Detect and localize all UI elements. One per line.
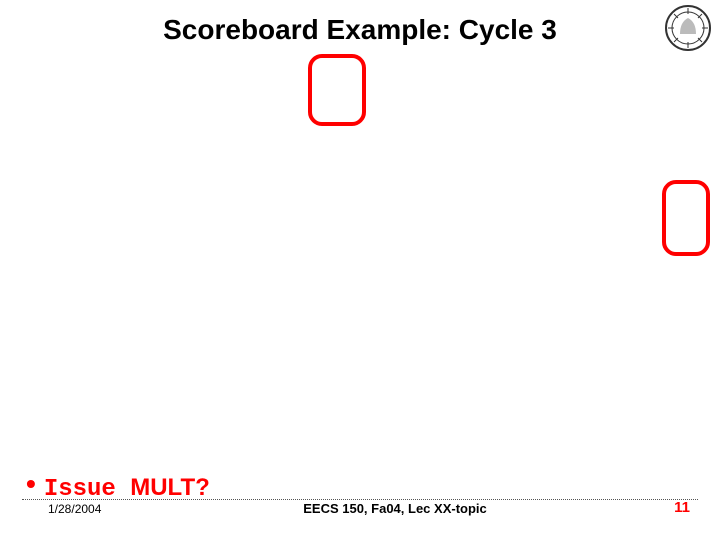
highlight-box-1 — [308, 54, 366, 126]
bullet-issue-text: Issue — [44, 476, 116, 503]
highlight-box-2 — [662, 180, 710, 256]
page-number: 11 — [674, 499, 690, 516]
footer-course: EECS 150, Fa04, Lec XX-topic — [303, 501, 487, 516]
bullet-issue-mult: • Issue MULT? — [26, 470, 210, 502]
bullet-dot: • — [26, 468, 36, 499]
footer-center: EECS 150, Fa04, Lec XX-topic — [0, 501, 720, 516]
university-seal-icon — [664, 4, 712, 52]
bullet-mult-text: MULT? — [130, 474, 210, 501]
page-title: Scoreboard Example: Cycle 3 — [0, 14, 720, 46]
slide: Scoreboard Example: Cycle 3 • Issue MULT?… — [0, 0, 720, 540]
